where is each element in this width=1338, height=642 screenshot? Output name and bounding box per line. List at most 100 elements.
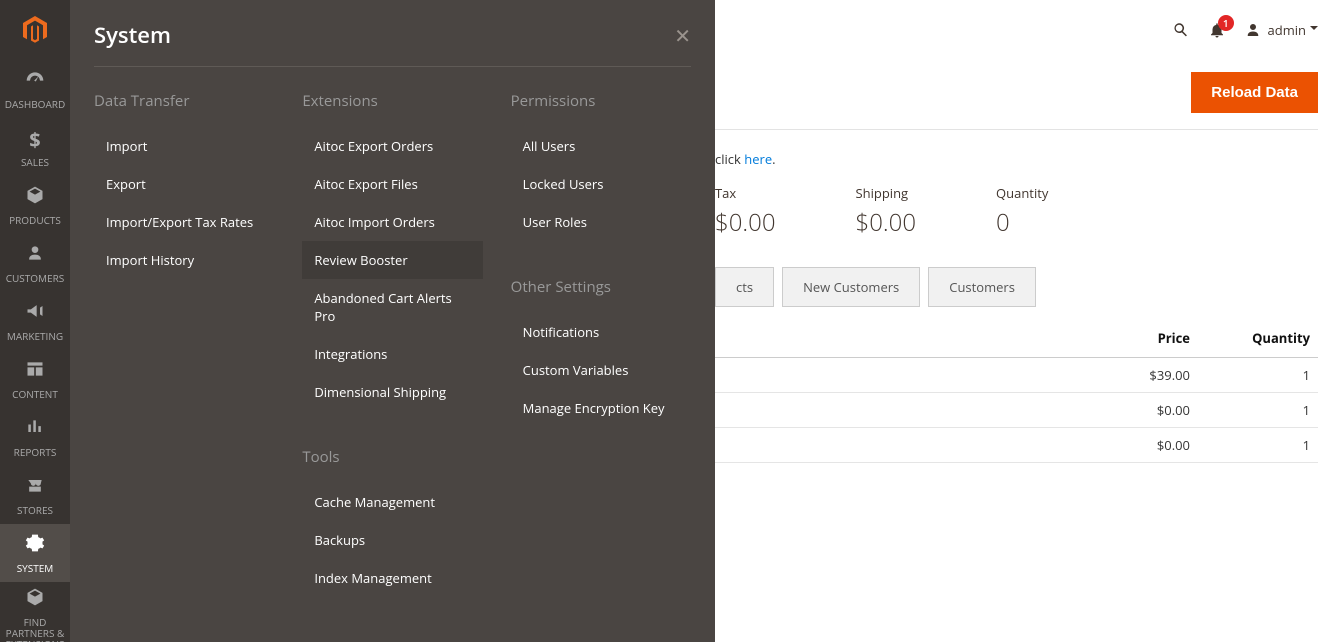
dashboard-tabs: cts New Customers Customers (715, 267, 1318, 307)
partners-icon (25, 586, 45, 613)
page-header: 1 admin (715, 0, 1338, 60)
table-row: $39.00 1 (715, 358, 1318, 393)
box-icon (25, 184, 45, 211)
section-heading: Other Settings (511, 277, 691, 297)
link-notifications[interactable]: Notifications (511, 313, 691, 351)
gear-icon (25, 532, 45, 559)
link-abandoned-cart-alerts-pro[interactable]: Abandoned Cart Alerts Pro (302, 279, 482, 335)
stat-tax: Tax $0.00 (715, 184, 776, 239)
user-icon (1244, 21, 1262, 39)
column-header-price: Price (1078, 319, 1198, 358)
magento-logo[interactable] (0, 0, 70, 60)
admin-user-label: admin (1268, 21, 1306, 39)
layout-icon (25, 358, 45, 385)
info-here-link[interactable]: here (744, 150, 772, 168)
stat-value: $0.00 (856, 206, 917, 239)
link-custom-variables[interactable]: Custom Variables (511, 351, 691, 389)
section-heading: Permissions (511, 91, 691, 111)
flyout-title: System (94, 20, 171, 50)
flyout-column-data-transfer: Data Transfer Import Export Import/Expor… (94, 87, 274, 597)
link-import-history[interactable]: Import History (94, 241, 274, 279)
cell-spacer (715, 393, 1078, 428)
search-icon (1172, 21, 1190, 39)
nav-dashboard[interactable]: DASHBOARD (0, 60, 70, 118)
search-button[interactable] (1172, 21, 1190, 39)
stat-label: Tax (715, 184, 776, 202)
nav-find-partners[interactable]: FIND PARTNERS & EXTENSIONS (0, 582, 70, 642)
dollar-icon: $ (29, 126, 40, 153)
flyout-column-extensions-tools: Extensions Aitoc Export Orders Aitoc Exp… (302, 87, 482, 597)
nav-stores[interactable]: STORES (0, 466, 70, 524)
table-row: $0.00 1 (715, 393, 1318, 428)
stat-label: Quantity (996, 184, 1048, 202)
tab-new-customers[interactable]: New Customers (782, 267, 920, 307)
tab-products-partial[interactable]: cts (715, 267, 774, 307)
table-header-row: Price Quantity (715, 319, 1318, 358)
link-aitoc-import-orders[interactable]: Aitoc Import Orders (302, 203, 482, 241)
nav-label: MARKETING (7, 331, 63, 342)
reload-data-button[interactable]: Reload Data (1191, 72, 1318, 113)
link-dimensional-shipping[interactable]: Dimensional Shipping (302, 373, 482, 411)
nav-customers[interactable]: CUSTOMERS (0, 234, 70, 292)
nav-reports[interactable]: REPORTS (0, 408, 70, 466)
cell-quantity: 1 (1198, 428, 1318, 463)
nav-label: FIND PARTNERS & EXTENSIONS (4, 617, 66, 642)
link-index-management[interactable]: Index Management (302, 559, 482, 597)
link-import-export-tax-rates[interactable]: Import/Export Tax Rates (94, 203, 274, 241)
dashboard-table: Price Quantity $39.00 1 $0.00 1 $0.00 1 (715, 319, 1318, 463)
nav-marketing[interactable]: MARKETING (0, 292, 70, 350)
section-heading: Extensions (302, 91, 482, 111)
close-icon[interactable]: ✕ (674, 22, 691, 49)
nav-label: PRODUCTS (9, 215, 61, 226)
flyout-column-permissions-other: Permissions All Users Locked Users User … (511, 87, 691, 597)
system-flyout: System ✕ Data Transfer Import Export Imp… (70, 0, 715, 642)
link-export[interactable]: Export (94, 165, 274, 203)
stat-value: $0.00 (715, 206, 776, 239)
info-text-fragment: click here. (715, 150, 1318, 168)
link-locked-users[interactable]: Locked Users (511, 165, 691, 203)
gauge-icon (25, 68, 45, 95)
bar-chart-icon (25, 416, 45, 443)
nav-products[interactable]: PRODUCTS (0, 176, 70, 234)
column-spacer (715, 319, 1078, 358)
link-all-users[interactable]: All Users (511, 127, 691, 165)
link-backups[interactable]: Backups (302, 521, 482, 559)
cell-price: $0.00 (1078, 428, 1198, 463)
nav-system[interactable]: SYSTEM (0, 524, 70, 582)
notifications-button[interactable]: 1 (1208, 21, 1226, 39)
column-header-quantity: Quantity (1198, 319, 1318, 358)
admin-user-menu[interactable]: admin (1244, 21, 1318, 39)
chevron-down-icon (1310, 26, 1318, 34)
cell-spacer (715, 358, 1078, 393)
stat-value: 0 (996, 206, 1048, 239)
link-import[interactable]: Import (94, 127, 274, 165)
admin-sidebar: DASHBOARD $ SALES PRODUCTS CUSTOMERS MAR… (0, 0, 70, 642)
cell-quantity: 1 (1198, 393, 1318, 428)
stat-label: Shipping (856, 184, 917, 202)
cell-price: $39.00 (1078, 358, 1198, 393)
link-cache-management[interactable]: Cache Management (302, 483, 482, 521)
notification-badge: 1 (1218, 15, 1234, 31)
nav-label: SALES (21, 157, 49, 168)
nav-label: STORES (17, 505, 53, 516)
main-content: Reload Data click here. Tax $0.00 Shippi… (715, 0, 1338, 463)
stat-quantity: Quantity 0 (996, 184, 1048, 239)
nav-sales[interactable]: $ SALES (0, 118, 70, 176)
section-heading: Tools (302, 447, 482, 467)
link-aitoc-export-files[interactable]: Aitoc Export Files (302, 165, 482, 203)
nav-label: CUSTOMERS (6, 273, 65, 284)
storefront-icon (25, 474, 45, 501)
cell-spacer (715, 428, 1078, 463)
nav-label: SYSTEM (17, 563, 54, 574)
link-integrations[interactable]: Integrations (302, 335, 482, 373)
link-review-booster[interactable]: Review Booster (302, 241, 482, 279)
link-user-roles[interactable]: User Roles (511, 203, 691, 241)
cell-price: $0.00 (1078, 393, 1198, 428)
tab-customers[interactable]: Customers (928, 267, 1036, 307)
nav-content[interactable]: CONTENT (0, 350, 70, 408)
nav-label: CONTENT (12, 389, 58, 400)
table-row: $0.00 1 (715, 428, 1318, 463)
nav-label: DASHBOARD (5, 99, 65, 110)
link-aitoc-export-orders[interactable]: Aitoc Export Orders (302, 127, 482, 165)
link-manage-encryption-key[interactable]: Manage Encryption Key (511, 389, 691, 427)
